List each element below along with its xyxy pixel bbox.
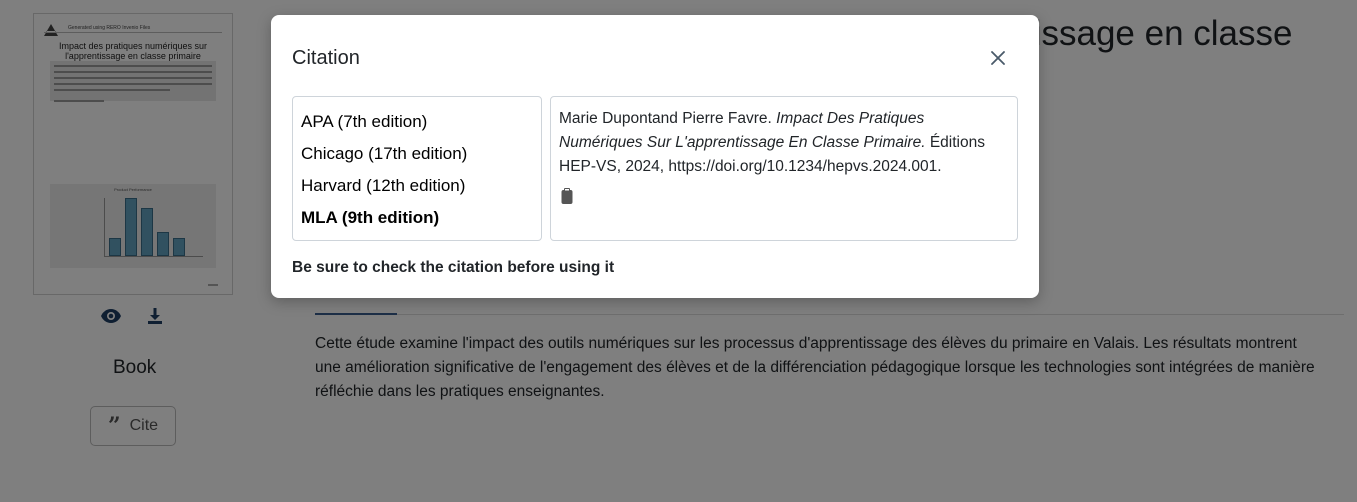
citation-authors: Marie Dupontand Pierre Favre. [559, 110, 772, 127]
citation-style-harvard[interactable]: Harvard (12th edition) [293, 170, 541, 202]
close-button[interactable] [987, 47, 1009, 69]
citation-text: Marie Dupontand Pierre Favre. Impact Des… [559, 107, 1009, 179]
citation-modal: Citation APA (7th edition) Chicago (17th… [271, 15, 1039, 298]
citation-style-list[interactable]: APA (7th edition) Chicago (17th edition)… [292, 96, 542, 241]
close-icon [991, 51, 1005, 65]
clipboard-icon[interactable] [559, 187, 575, 205]
citation-output: Marie Dupontand Pierre Favre. Impact Des… [550, 96, 1018, 241]
citation-style-chicago[interactable]: Chicago (17th edition) [293, 138, 541, 170]
citation-style-apa[interactable]: APA (7th edition) [293, 106, 541, 138]
citation-style-mla[interactable]: MLA (9th edition) [293, 202, 541, 234]
modal-title: Citation [292, 47, 360, 69]
citation-warning: Be sure to check the citation before usi… [292, 259, 615, 276]
